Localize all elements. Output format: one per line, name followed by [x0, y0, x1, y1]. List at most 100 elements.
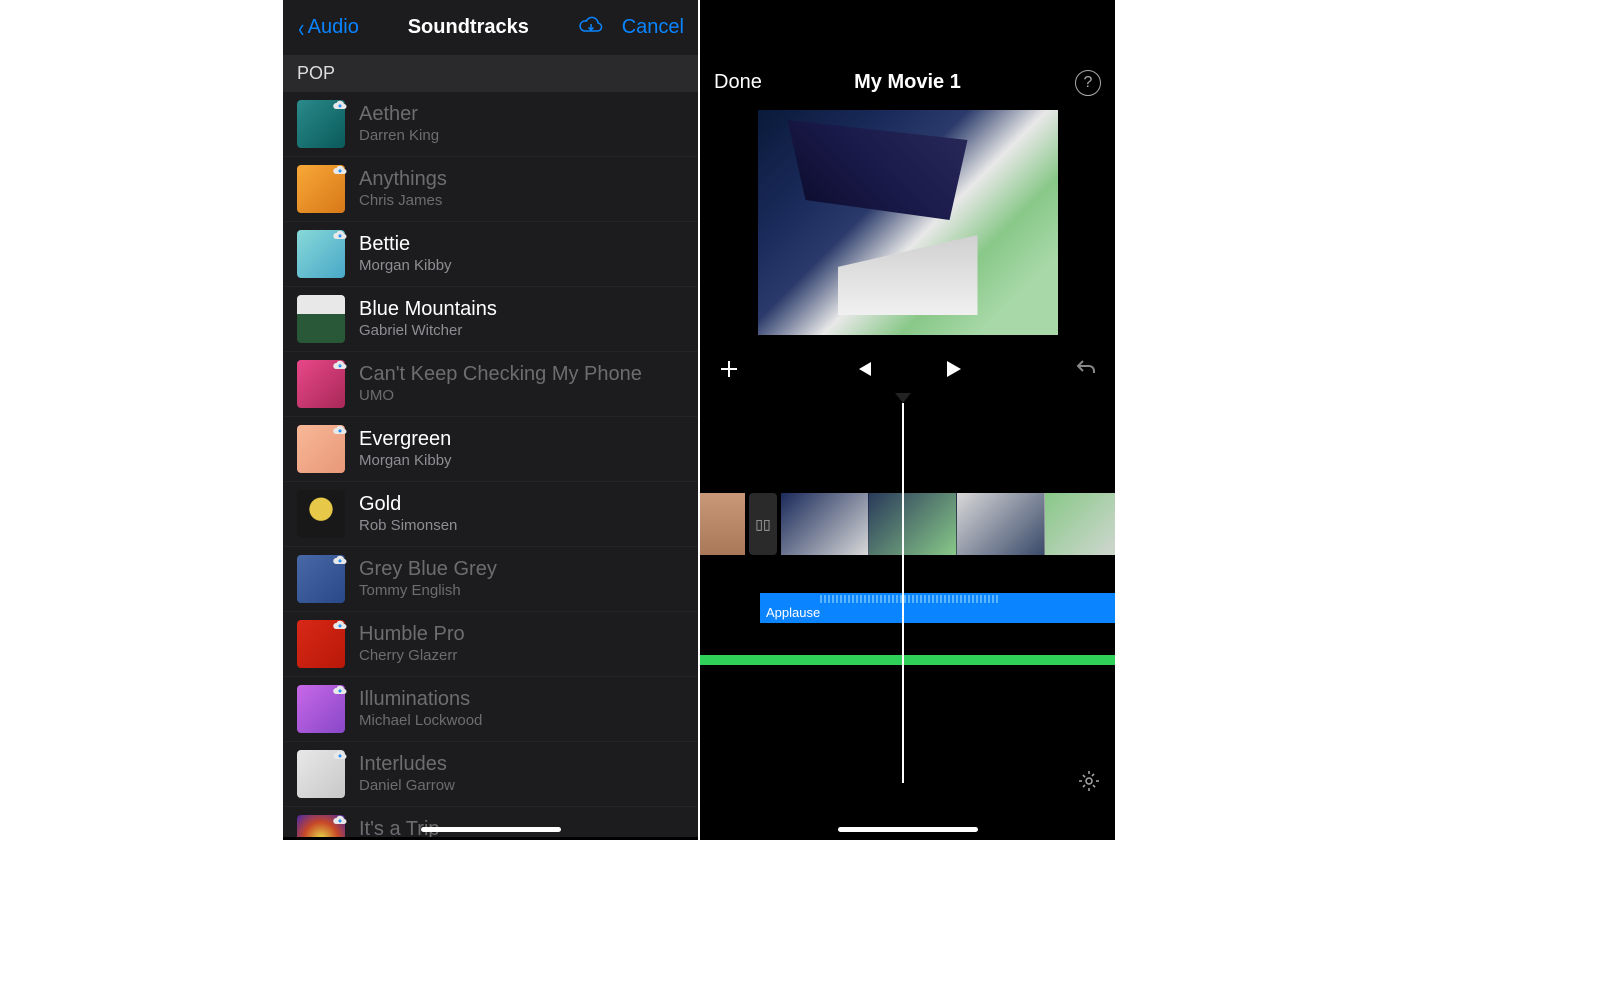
timeline[interactable]: ▯▯ Applause	[700, 393, 1115, 823]
track-row[interactable]: BettieMorgan Kibby	[283, 222, 698, 287]
chevron-left-icon: ‹	[298, 15, 304, 41]
play-button[interactable]	[938, 359, 968, 379]
track-artist: UMO	[359, 386, 684, 406]
album-art	[297, 685, 345, 733]
cloud-download-icon	[331, 551, 349, 569]
cloud-download-icon	[331, 356, 349, 374]
track-info: EvergreenMorgan Kibby	[359, 427, 684, 471]
track-info: Humble ProCherry Glazerr	[359, 622, 684, 666]
transport-controls	[700, 345, 1115, 393]
album-art	[297, 750, 345, 798]
album-art	[297, 360, 345, 408]
playhead-caret-icon	[895, 393, 911, 403]
clip-frame	[869, 493, 957, 555]
nav-title: Soundtracks	[408, 16, 529, 39]
track-title: Can't Keep Checking My Phone	[359, 362, 684, 386]
track-title: Blue Mountains	[359, 297, 684, 321]
home-indicator[interactable]	[838, 827, 978, 832]
track-title: Aether	[359, 102, 684, 126]
help-button[interactable]: ?	[1075, 70, 1101, 96]
track-info: InterludesDaniel Garrow	[359, 752, 684, 796]
track-artist: Chris James	[359, 191, 684, 211]
track-row[interactable]: AetherDarren King	[283, 92, 698, 157]
track-title: Evergreen	[359, 427, 684, 451]
video-track[interactable]: ▯▯	[700, 493, 1115, 555]
track-row[interactable]: Can't Keep Checking My PhoneUMO	[283, 352, 698, 417]
track-info: GoldRob Simonsen	[359, 492, 684, 536]
soundtrack-track[interactable]	[700, 655, 1115, 665]
audio-clip-applause[interactable]: Applause	[760, 593, 1115, 623]
track-artist: Cherry Glazerr	[359, 646, 684, 666]
cloud-download-icon	[331, 161, 349, 179]
undo-button[interactable]	[1071, 357, 1101, 381]
track-row[interactable]: Blue MountainsGabriel Witcher	[283, 287, 698, 352]
nav-bar: ‹ Audio Soundtracks Cancel	[283, 0, 698, 55]
back-button[interactable]: ‹ Audio	[297, 15, 359, 41]
track-artist: Michael Lockwood	[359, 711, 684, 731]
track-info: Can't Keep Checking My PhoneUMO	[359, 362, 684, 406]
track-artist: Morgan Kibby	[359, 256, 684, 276]
track-artist: Darren King	[359, 126, 684, 146]
waveform	[820, 595, 1000, 603]
transition-button[interactable]: ▯▯	[749, 493, 777, 555]
transition-icon: ▯▯	[755, 516, 770, 533]
track-title: Anythings	[359, 167, 684, 191]
track-info: AnythingsChris James	[359, 167, 684, 211]
track-info: IlluminationsMichael Lockwood	[359, 687, 684, 731]
track-row[interactable]: Humble ProCherry Glazerr	[283, 612, 698, 677]
track-title: Bettie	[359, 232, 684, 256]
cloud-download-icon	[331, 226, 349, 244]
album-art	[297, 620, 345, 668]
playhead[interactable]	[902, 403, 904, 783]
track-info: BettieMorgan Kibby	[359, 232, 684, 276]
section-header-pop: POP	[283, 55, 698, 92]
editor-nav: Done My Movie 1 ?	[700, 55, 1115, 110]
track-artist: Daniel Garrow	[359, 776, 684, 796]
video-clip-2[interactable]	[781, 493, 1115, 555]
settings-button[interactable]	[1077, 769, 1101, 798]
nav-right: Cancel	[578, 15, 684, 40]
track-title: Gold	[359, 492, 684, 516]
track-row[interactable]: IlluminationsMichael Lockwood	[283, 677, 698, 742]
clip-frame	[781, 493, 869, 555]
track-row[interactable]: Grey Blue GreyTommy English	[283, 547, 698, 612]
cancel-button[interactable]: Cancel	[622, 16, 684, 39]
soundtracks-screen: ‹ Audio Soundtracks Cancel POP AetherDar…	[283, 0, 698, 840]
album-art	[297, 165, 345, 213]
skip-back-button[interactable]	[848, 359, 878, 379]
track-info: Blue MountainsGabriel Witcher	[359, 297, 684, 341]
track-row[interactable]: EvergreenMorgan Kibby	[283, 417, 698, 482]
track-row[interactable]: GoldRob Simonsen	[283, 482, 698, 547]
done-button[interactable]: Done	[714, 71, 762, 94]
track-title: Grey Blue Grey	[359, 557, 684, 581]
movie-title: My Movie 1	[854, 71, 961, 94]
album-art	[297, 815, 345, 837]
track-artist: Gabriel Witcher	[359, 321, 684, 341]
cloud-download-icon	[331, 746, 349, 764]
cloud-download-icon[interactable]	[578, 15, 604, 40]
album-art	[297, 295, 345, 343]
track-title: Humble Pro	[359, 622, 684, 646]
cloud-download-icon	[331, 681, 349, 699]
video-clip-1[interactable]	[700, 493, 745, 555]
audio-clip-label: Applause	[766, 605, 820, 620]
home-indicator[interactable]	[421, 827, 561, 832]
album-art	[297, 490, 345, 538]
track-list[interactable]: AetherDarren King AnythingsChris James Bet…	[283, 92, 698, 837]
track-info: Grey Blue GreyTommy English	[359, 557, 684, 601]
cloud-download-icon	[331, 96, 349, 114]
album-art	[297, 230, 345, 278]
track-row[interactable]: InterludesDaniel Garrow	[283, 742, 698, 807]
album-art	[297, 555, 345, 603]
video-preview[interactable]	[758, 110, 1058, 335]
cloud-download-icon	[331, 616, 349, 634]
cloud-download-icon	[331, 421, 349, 439]
editor-screen: Done My Movie 1 ?	[700, 0, 1115, 840]
track-artist: Morgan Kibby	[359, 451, 684, 471]
add-media-button[interactable]	[714, 357, 744, 381]
track-info: AetherDarren King	[359, 102, 684, 146]
cloud-download-icon	[331, 811, 349, 829]
clip-frame	[957, 493, 1045, 555]
track-row[interactable]: AnythingsChris James	[283, 157, 698, 222]
track-row[interactable]: It's a TripJoywave	[283, 807, 698, 837]
